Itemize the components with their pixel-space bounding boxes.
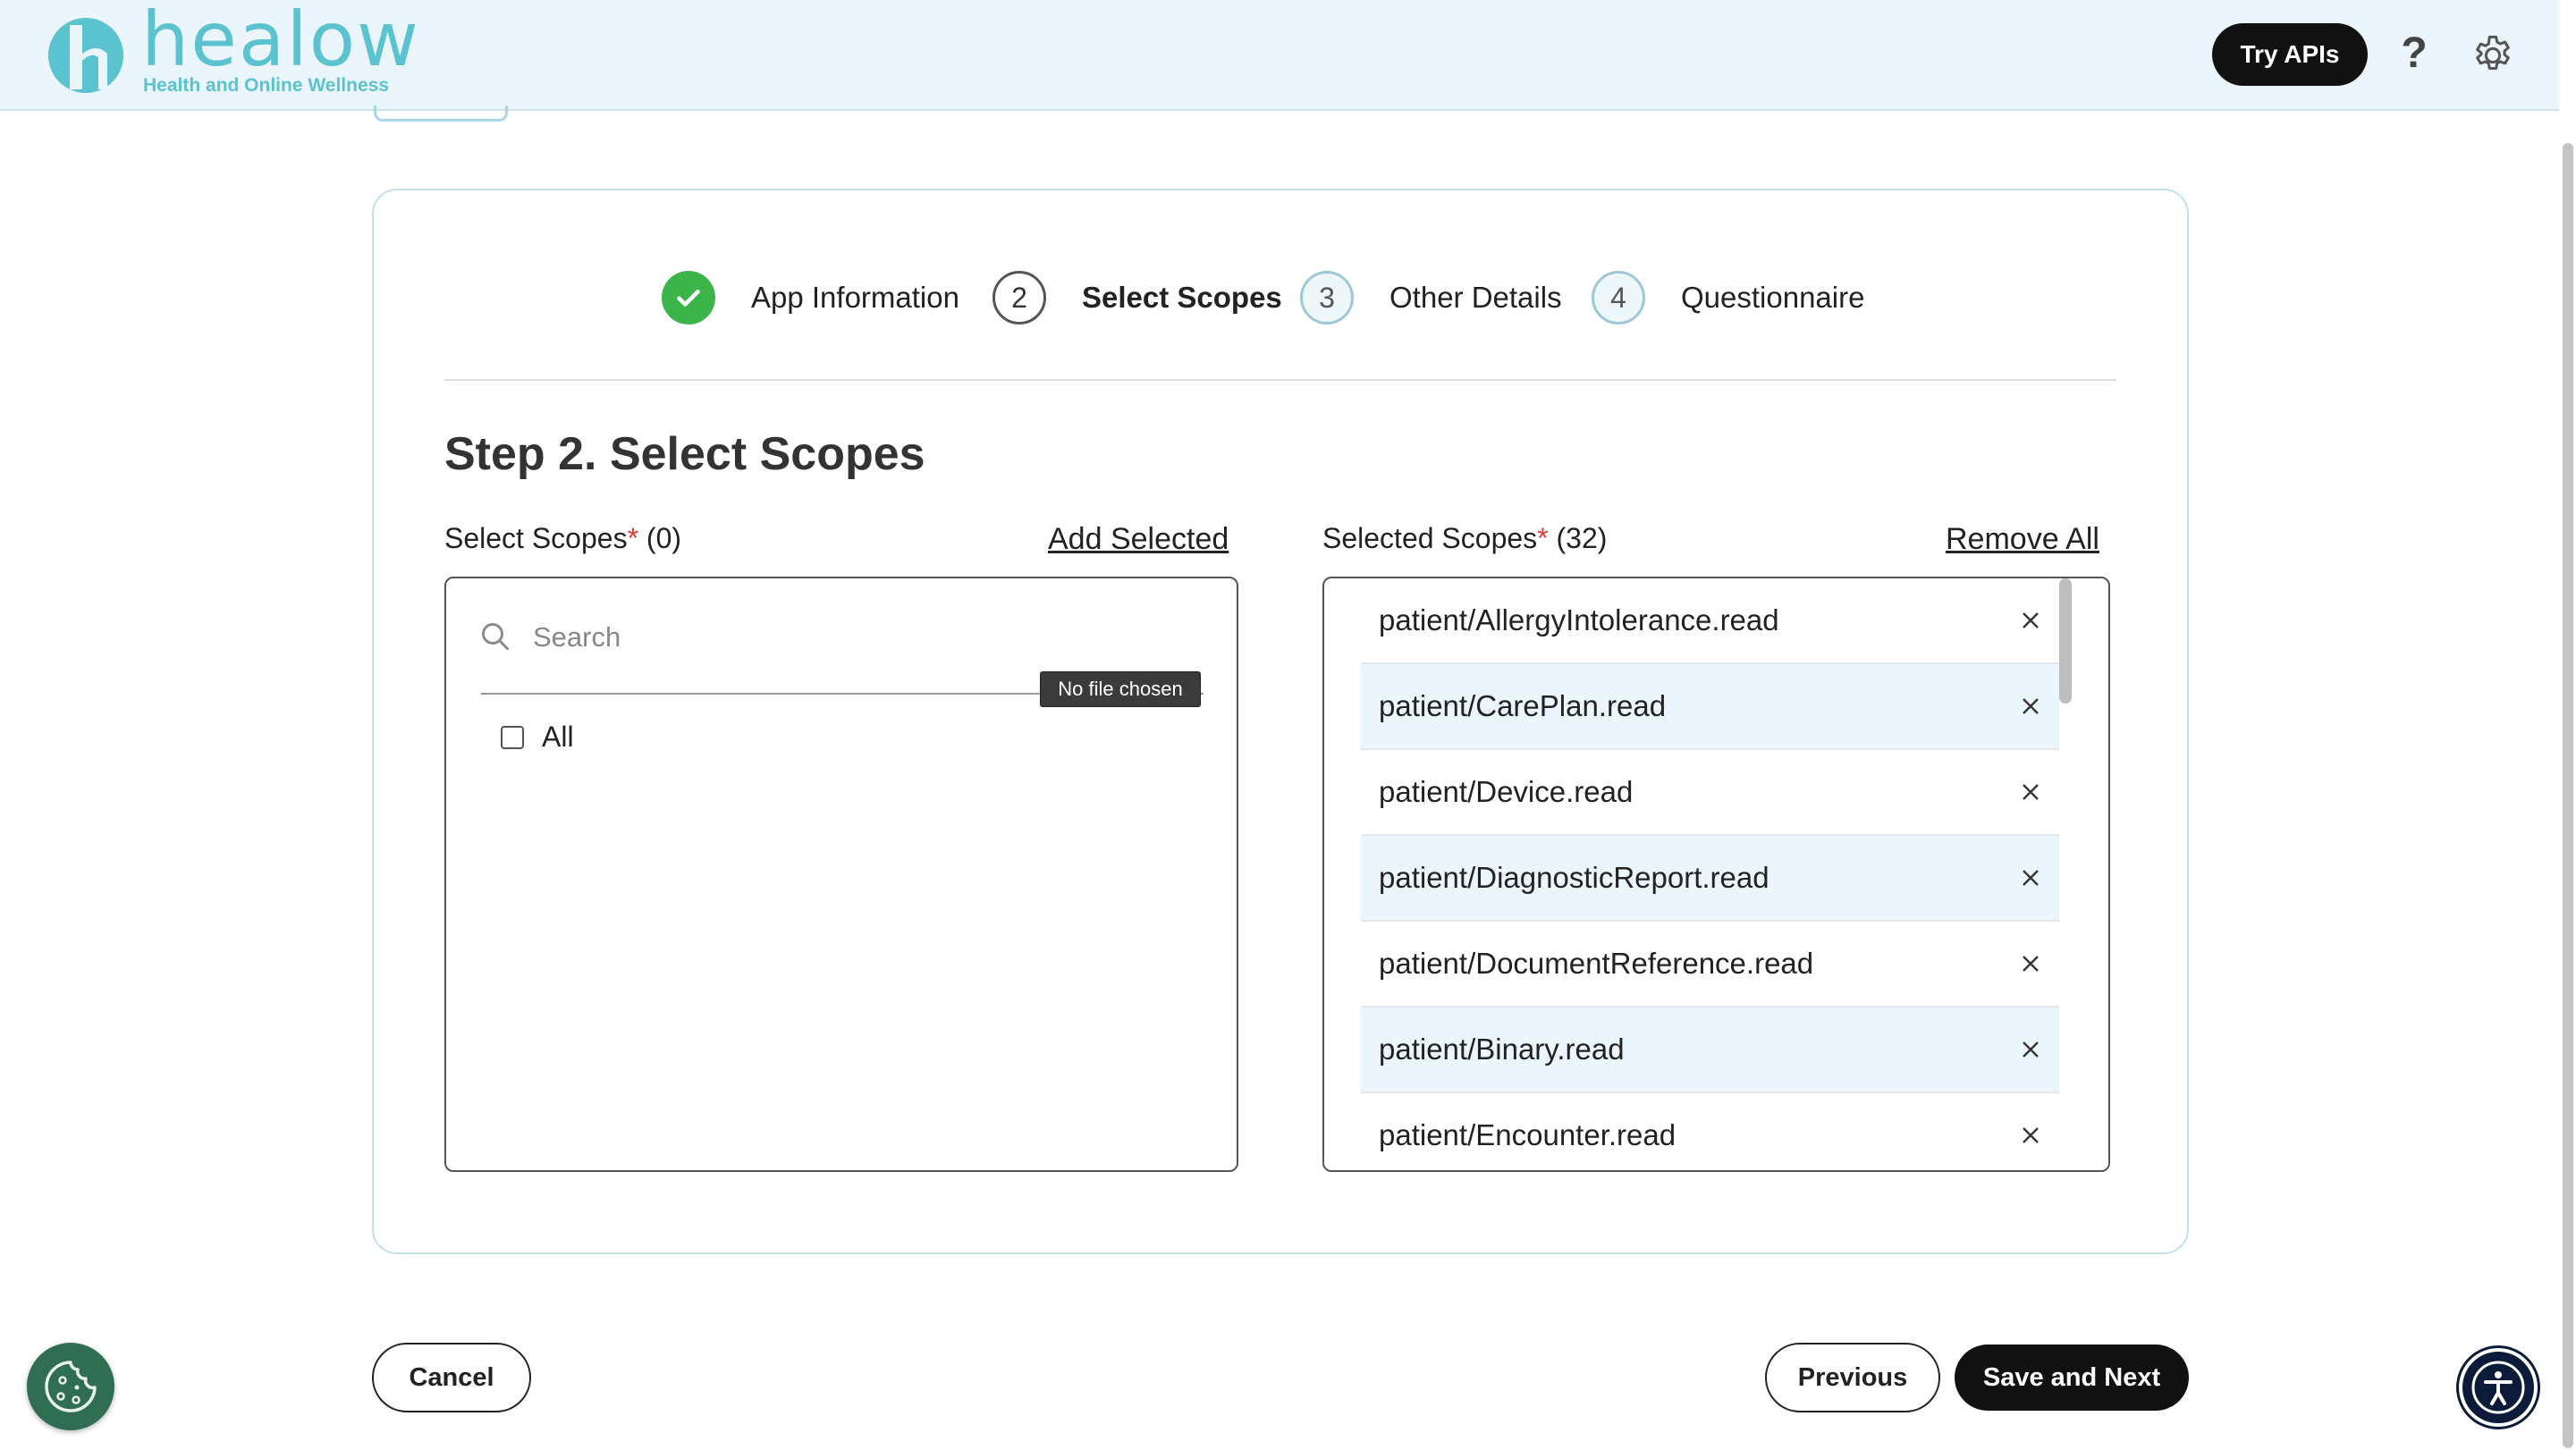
accessibility-button[interactable] bbox=[2459, 1348, 2538, 1427]
step-number: 3 bbox=[1300, 271, 1354, 325]
selected-scopes-list: patient/AllergyIntolerance.read patient/… bbox=[1361, 578, 2059, 1170]
list-item[interactable]: patient/Binary.read bbox=[1361, 1007, 2059, 1093]
list-item[interactable]: patient/DiagnosticReport.read bbox=[1361, 836, 2059, 922]
scope-name: patient/Device.read bbox=[1379, 775, 1634, 808]
stepper-divider bbox=[444, 379, 2116, 381]
close-icon[interactable] bbox=[2020, 1039, 2041, 1060]
list-item[interactable]: patient/Encounter.read bbox=[1361, 1093, 2059, 1170]
scope-name: patient/DocumentReference.read bbox=[1379, 947, 1814, 980]
step-label: Select Scopes bbox=[1082, 281, 1282, 314]
available-scopes-label: Select Scopes* (0) bbox=[444, 522, 682, 554]
scope-name: patient/Binary.read bbox=[1379, 1033, 1625, 1066]
scope-name: patient/AllergyIntolerance.read bbox=[1379, 603, 1779, 636]
add-selected-link[interactable]: Add Selected bbox=[1048, 522, 1229, 557]
tooltip: No file chosen bbox=[1040, 671, 1201, 707]
step-other-details[interactable]: 3 Other Details bbox=[1300, 266, 1562, 329]
page-scrollbar-thumb[interactable] bbox=[2563, 143, 2573, 1448]
close-icon[interactable] bbox=[2020, 1125, 2041, 1146]
close-icon[interactable] bbox=[2020, 610, 2041, 631]
scope-search-input[interactable] bbox=[531, 615, 1035, 660]
healow-logo-icon bbox=[47, 17, 124, 93]
required-mark: * bbox=[627, 522, 639, 554]
scope-name: patient/DiagnosticReport.read bbox=[1379, 861, 1769, 894]
close-icon[interactable] bbox=[2020, 867, 2041, 889]
healow-logo[interactable]: healow Health and Online Wellness bbox=[43, 2, 418, 100]
gear-icon[interactable] bbox=[2470, 32, 2516, 79]
selected-scopes-box: patient/AllergyIntolerance.read patient/… bbox=[1322, 577, 2110, 1172]
step-select-scopes[interactable]: 2 Select Scopes bbox=[992, 266, 1282, 329]
scope-name: patient/CarePlan.read bbox=[1379, 689, 1667, 722]
cancel-button[interactable]: Cancel bbox=[372, 1343, 531, 1412]
step-questionnaire[interactable]: 4 Questionnaire bbox=[1592, 266, 1864, 329]
remove-all-link[interactable]: Remove All bbox=[1946, 522, 2099, 557]
available-scopes-box bbox=[444, 577, 1238, 1172]
logo-wordmark: healow bbox=[141, 0, 420, 83]
step-number: 4 bbox=[1592, 271, 1645, 325]
partial-element bbox=[374, 105, 508, 122]
page-title: Step 2. Select Scopes bbox=[444, 428, 925, 480]
search-icon bbox=[482, 623, 509, 650]
selected-scopes-count: (32) bbox=[1556, 522, 1608, 554]
step-label: App Information bbox=[751, 281, 959, 314]
stepper: App Information 2 Select Scopes 3 Other … bbox=[662, 266, 1913, 329]
required-mark: * bbox=[1537, 522, 1549, 554]
save-and-next-button[interactable]: Save and Next bbox=[1955, 1345, 2189, 1411]
step-label: Other Details bbox=[1389, 281, 1562, 314]
select-all-label: All bbox=[542, 721, 574, 753]
list-item[interactable]: patient/Device.read bbox=[1361, 750, 2059, 836]
try-apis-button[interactable]: Try APIs bbox=[2212, 23, 2368, 86]
close-icon[interactable] bbox=[2020, 695, 2041, 717]
help-icon[interactable]: ? bbox=[2396, 27, 2432, 80]
step-label: Questionnaire bbox=[1681, 281, 1865, 314]
top-header: healow Health and Online Wellness Try AP… bbox=[0, 0, 2559, 111]
cookie-icon bbox=[45, 1361, 97, 1412]
step-number: 2 bbox=[992, 271, 1046, 325]
list-item[interactable]: patient/AllergyIntolerance.read bbox=[1361, 578, 2059, 664]
step-app-information[interactable]: App Information bbox=[662, 266, 959, 329]
select-all-checkbox[interactable] bbox=[501, 726, 524, 749]
list-item[interactable]: patient/DocumentReference.read bbox=[1361, 922, 2059, 1007]
check-icon bbox=[662, 271, 715, 325]
list-scrollbar-thumb[interactable] bbox=[2059, 578, 2072, 704]
cookie-settings-button[interactable] bbox=[27, 1343, 114, 1430]
close-icon[interactable] bbox=[2020, 953, 2041, 974]
accessibility-icon bbox=[2471, 1361, 2525, 1414]
close-icon[interactable] bbox=[2020, 781, 2041, 803]
previous-button[interactable]: Previous bbox=[1765, 1343, 1940, 1412]
available-scopes-count: (0) bbox=[646, 522, 682, 554]
list-item[interactable]: patient/CarePlan.read bbox=[1361, 664, 2059, 750]
logo-tagline: Health and Online Wellness bbox=[143, 75, 390, 96]
selected-scopes-label: Selected Scopes* (32) bbox=[1322, 522, 1608, 554]
scope-name: patient/Encounter.read bbox=[1379, 1118, 1677, 1151]
